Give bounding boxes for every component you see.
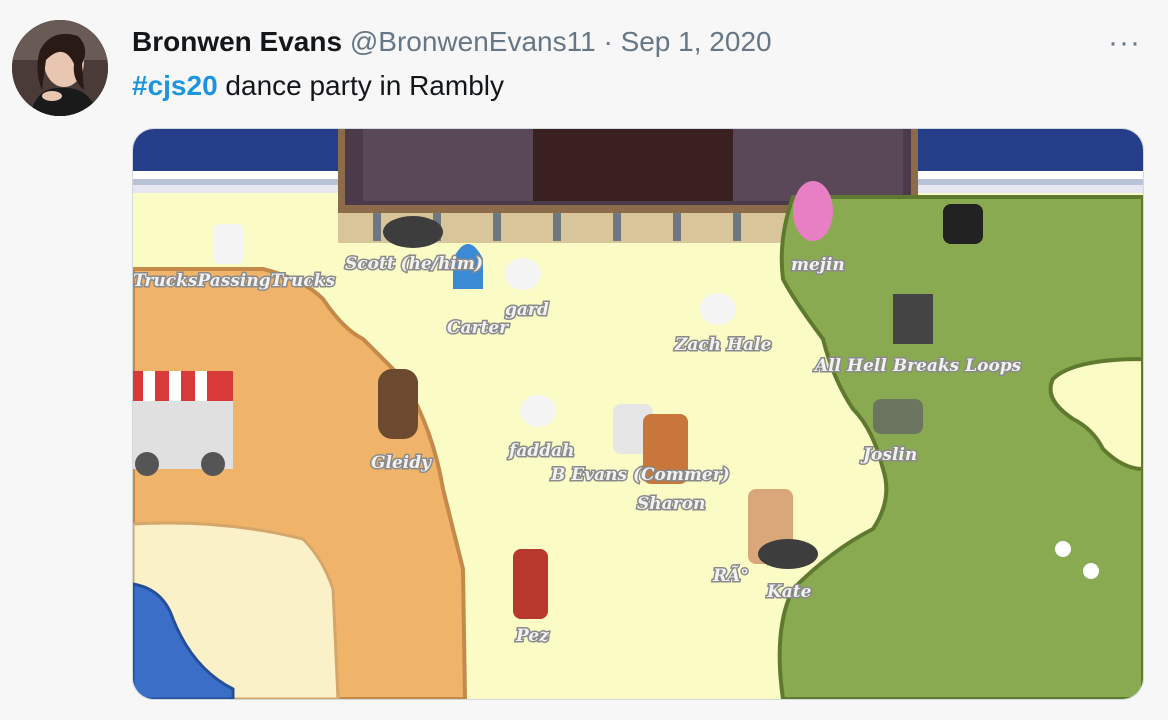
player-label-faddah: faddah bbox=[508, 441, 574, 461]
player-label-scott: Scott (he/him) bbox=[345, 254, 483, 274]
player-label-kate: Kate bbox=[766, 582, 812, 602]
tweet-header: Bronwen Evans @BronwenEvans11 · Sep 1, 2… bbox=[132, 24, 772, 60]
tweet-card[interactable]: Bronwen Evans @BronwenEvans11 · Sep 1, 2… bbox=[0, 0, 1168, 720]
player-label-sharon: Sharon bbox=[637, 494, 705, 514]
tweet-media-image[interactable]: TrucksPassingTrucks Scott (he/him) Carte… bbox=[132, 128, 1144, 700]
player-label-trucks: TrucksPassingTrucks bbox=[133, 271, 335, 291]
player-label-mejin: mejin bbox=[791, 255, 845, 275]
tweet-date[interactable]: Sep 1, 2020 bbox=[621, 26, 772, 57]
player-label-allhell: All Hell Breaks Loops bbox=[813, 356, 1022, 376]
more-options-icon[interactable]: ··· bbox=[1108, 26, 1141, 60]
author-avatar[interactable] bbox=[12, 20, 108, 116]
author-name[interactable]: Bronwen Evans bbox=[132, 26, 342, 57]
player-label-zach: Zach Hale bbox=[674, 335, 772, 355]
separator-dot: · bbox=[603, 26, 613, 57]
player-label-rac: RÃ° bbox=[712, 564, 749, 586]
vendor-cart bbox=[133, 371, 233, 476]
player-label-gleidy: Gleidy bbox=[371, 453, 432, 473]
tweet-text: #cjs20 dance party in Rambly bbox=[132, 68, 504, 104]
player-label-joslin: Joslin bbox=[860, 445, 917, 465]
hashtag-link[interactable]: #cjs20 bbox=[132, 70, 218, 101]
player-label-carter: Carter bbox=[447, 318, 509, 338]
player-label-gard: gard bbox=[505, 300, 549, 320]
player-label-bevans: B Evans (Commer) bbox=[550, 465, 730, 485]
player-label-pez: Pez bbox=[515, 626, 549, 646]
tweet-body-text: dance party in Rambly bbox=[217, 70, 504, 101]
author-handle[interactable]: @BronwenEvans11 bbox=[350, 26, 596, 57]
